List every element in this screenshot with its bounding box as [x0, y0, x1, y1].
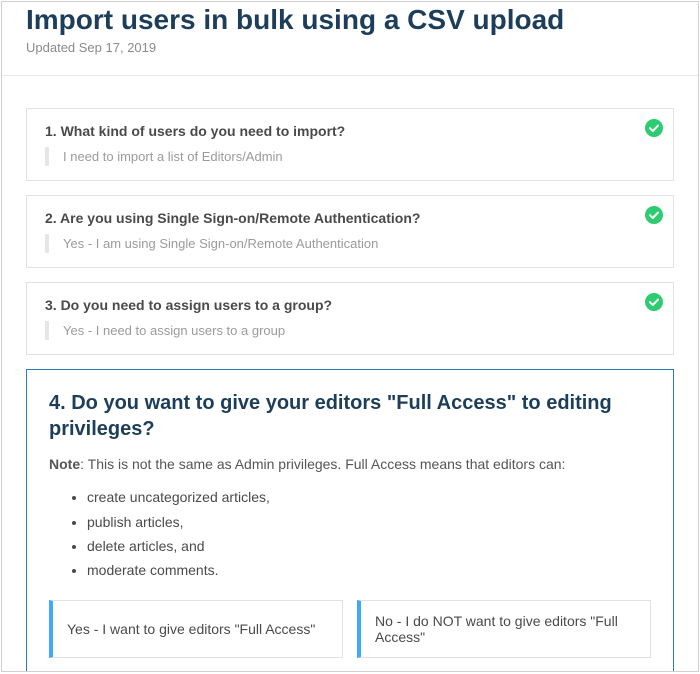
step-3-question: 3. Do you need to assign users to a grou…: [45, 297, 631, 313]
step-4-question: 4. Do you want to give your editors "Ful…: [49, 390, 651, 442]
step-4-active: 4. Do you want to give your editors "Ful…: [26, 369, 674, 672]
bullet-item: delete articles, and: [87, 535, 651, 557]
step-4-note: Note: This is not the same as Admin priv…: [49, 456, 651, 472]
check-icon: [645, 206, 663, 224]
page-container: Import users in bulk using a CSV upload …: [1, 1, 699, 672]
check-icon: [645, 119, 663, 137]
step-2[interactable]: 2. Are you using Single Sign-on/Remote A…: [26, 195, 674, 268]
updated-date: Updated Sep 17, 2019: [26, 40, 674, 55]
step-2-answer: Yes - I am using Single Sign-on/Remote A…: [45, 234, 631, 253]
step-3[interactable]: 3. Do you need to assign users to a grou…: [26, 282, 674, 355]
page-header: Import users in bulk using a CSV upload …: [2, 4, 698, 65]
step-4-options: Yes - I want to give editors "Full Acces…: [49, 600, 651, 658]
option-yes-full-access[interactable]: Yes - I want to give editors "Full Acces…: [49, 600, 343, 658]
step-3-answer: Yes - I need to assign users to a group: [45, 321, 631, 340]
step-1-answer: I need to import a list of Editors/Admin: [45, 147, 631, 166]
step-4-bullets: create uncategorized articles, publish a…: [49, 486, 651, 582]
step-1-question: 1. What kind of users do you need to imp…: [45, 123, 631, 139]
page-title: Import users in bulk using a CSV upload: [26, 4, 674, 36]
note-label: Note: [49, 456, 80, 472]
bullet-item: publish articles,: [87, 511, 651, 533]
step-2-question: 2. Are you using Single Sign-on/Remote A…: [45, 210, 631, 226]
note-text: : This is not the same as Admin privileg…: [80, 456, 565, 472]
bullet-item: create uncategorized articles,: [87, 486, 651, 508]
bullet-item: moderate comments.: [87, 559, 651, 581]
check-icon: [645, 293, 663, 311]
step-1[interactable]: 1. What kind of users do you need to imp…: [26, 108, 674, 181]
option-no-full-access[interactable]: No - I do NOT want to give editors "Full…: [357, 600, 651, 658]
steps-content: 1. What kind of users do you need to imp…: [2, 76, 698, 672]
